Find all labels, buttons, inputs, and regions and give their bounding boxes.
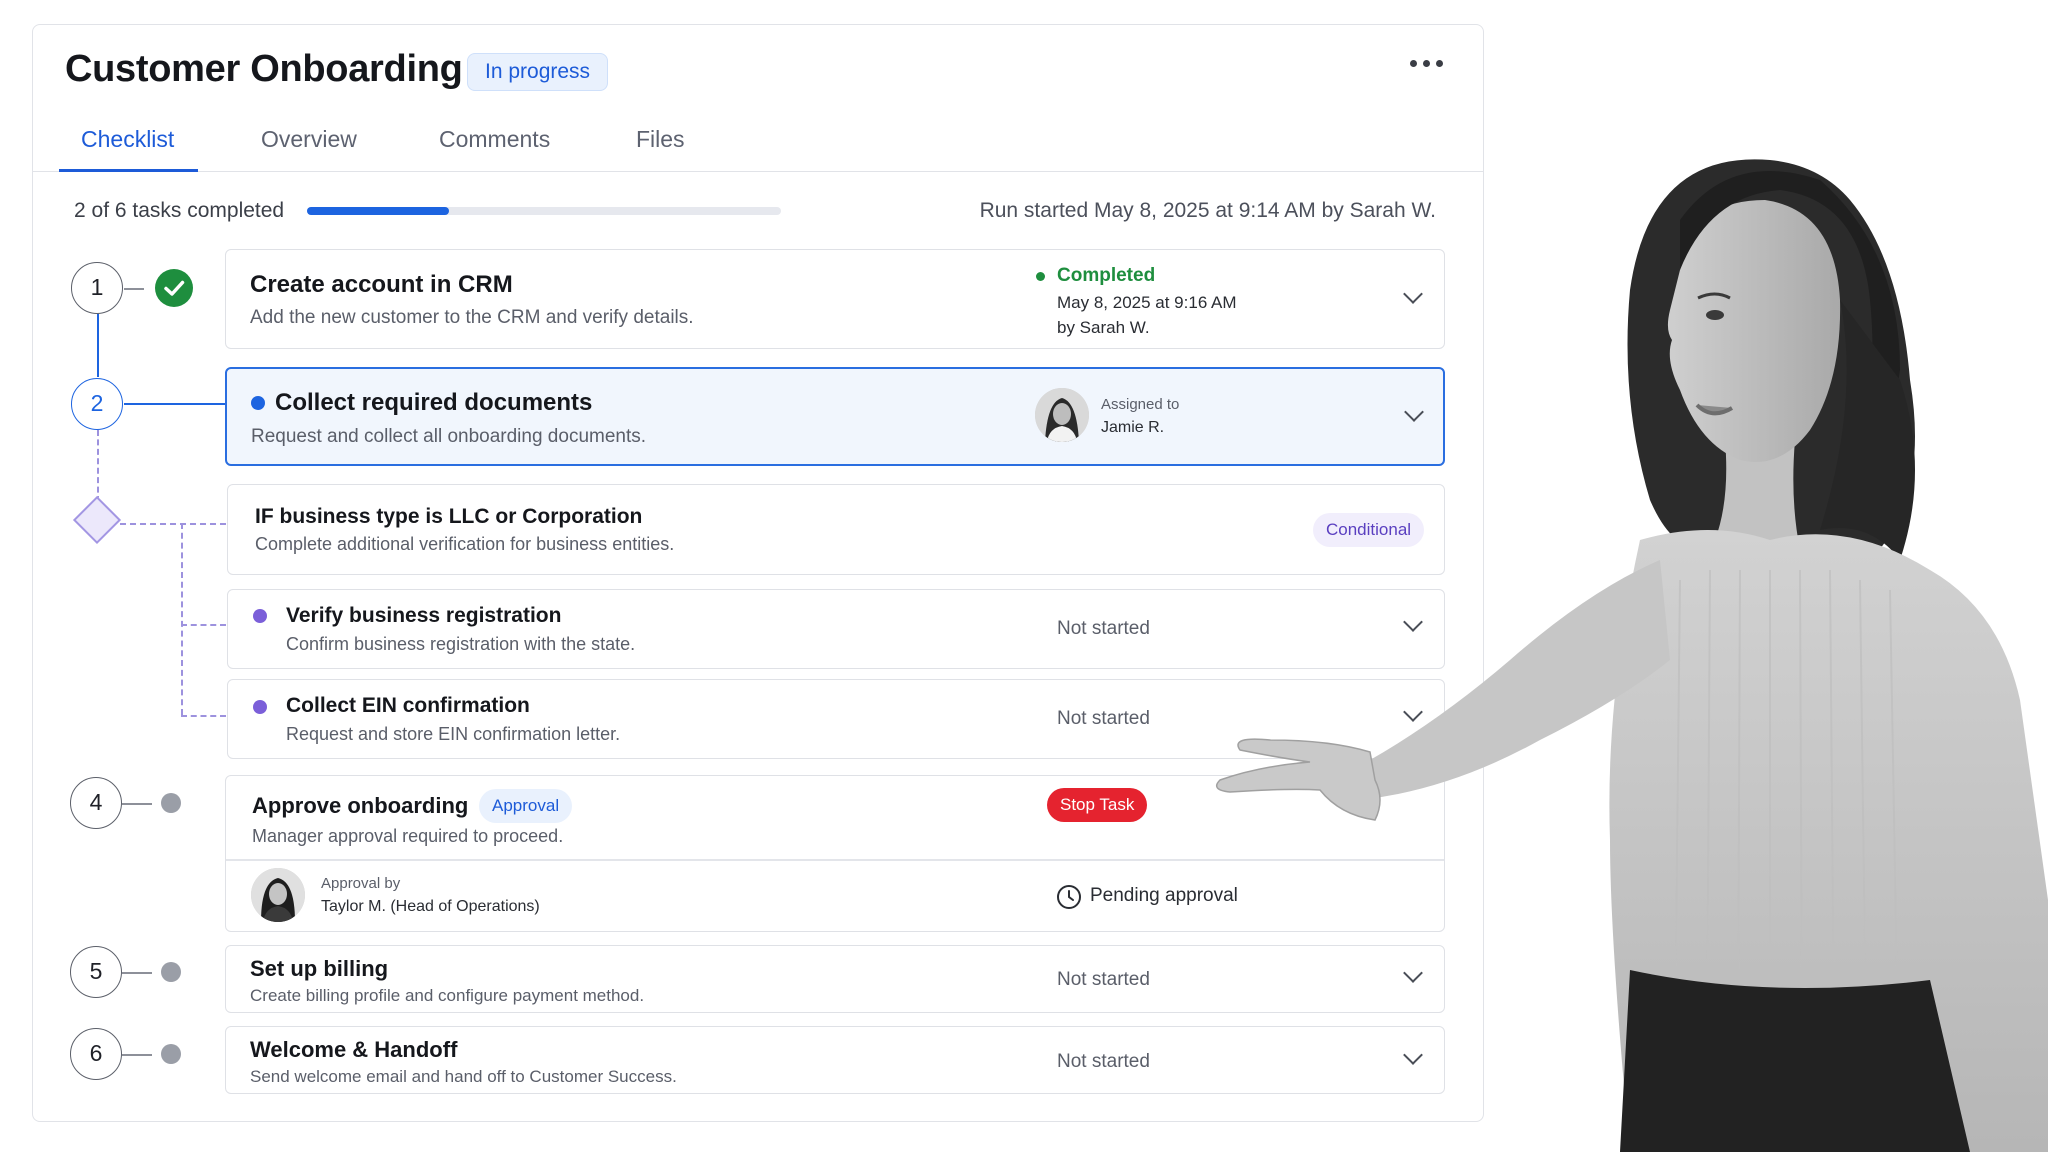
task-description: Confirm business registration with the s… — [286, 634, 636, 654]
timeline-connector — [124, 403, 226, 405]
status-dot — [251, 396, 265, 410]
task-description: Send welcome email and hand off to Custo… — [250, 1067, 677, 1086]
clock-icon — [1056, 884, 1082, 915]
check-icon — [155, 269, 193, 307]
stop-task-button[interactable]: Stop Task — [1047, 788, 1148, 822]
task-description: Request and collect all onboarding docum… — [251, 426, 647, 447]
progress-label: 2 of 6 tasks completed — [74, 199, 285, 222]
tab-checklist[interactable]: Checklist — [81, 126, 174, 153]
tab-files[interactable]: Files — [636, 126, 685, 153]
assigned-label: Assigned to — [1101, 396, 1180, 413]
step-number: 5 — [70, 946, 122, 998]
step-connector — [122, 803, 152, 805]
status-dot — [1036, 272, 1045, 281]
presenter-photo — [1210, 140, 2048, 1152]
task-status: Not started — [1057, 969, 1150, 990]
condition-title: IF business type is LLC or Corporation — [255, 505, 643, 528]
task-status: Not started — [1057, 1051, 1150, 1072]
page-title: Customer Onboarding — [65, 48, 463, 90]
step-number: 6 — [70, 1028, 122, 1080]
branch-connector — [181, 715, 226, 717]
task-description: Create billing profile and configure pay… — [250, 986, 645, 1005]
active-tab-indicator — [59, 169, 198, 172]
progress-bar — [307, 207, 781, 215]
screen: Customer Onboarding In progress Checklis… — [0, 0, 2048, 1152]
step-number: 4 — [70, 777, 122, 829]
step-number: 2 — [71, 378, 123, 430]
completed-by: by Sarah W. — [1057, 318, 1150, 337]
task-title: Set up billing — [250, 956, 389, 981]
avatar — [251, 868, 305, 922]
task-title: Create account in CRM — [250, 271, 513, 298]
tab-comments[interactable]: Comments — [439, 126, 550, 153]
timeline-connector — [97, 314, 99, 377]
status-dot — [253, 700, 267, 714]
step-connector — [124, 288, 144, 290]
pending-dot — [161, 793, 181, 813]
task-status: Completed — [1057, 265, 1156, 286]
status-badge: In progress — [467, 53, 609, 91]
timeline-connector-dashed — [97, 430, 99, 502]
branch-connector — [181, 624, 226, 626]
approval-badge: Approval — [479, 789, 573, 823]
branch-connector — [181, 523, 183, 715]
task-description: Manager approval required to proceed. — [252, 826, 564, 846]
task-title: Welcome & Handoff — [250, 1037, 458, 1062]
task-description: Request and store EIN confirmation lette… — [286, 724, 621, 744]
task-title: Collect EIN confirmation — [286, 694, 530, 717]
task-description: Add the new customer to the CRM and veri… — [250, 307, 694, 328]
progress-bar-fill — [307, 207, 450, 215]
task-status: Not started — [1057, 708, 1150, 729]
step-connector — [122, 1054, 152, 1056]
task-title: Verify business registration — [286, 604, 562, 627]
tab-overview[interactable]: Overview — [261, 126, 357, 153]
branch-connector — [120, 523, 226, 525]
approver-name: Taylor M. (Head of Operations) — [321, 898, 540, 915]
avatar — [1035, 388, 1089, 442]
task-title: Approve onboarding — [252, 793, 469, 818]
task-title: Collect required documents — [275, 389, 593, 416]
more-options-icon[interactable] — [1410, 60, 1443, 67]
condition-description: Complete additional verification for bus… — [255, 534, 675, 554]
task-status: Not started — [1057, 618, 1150, 639]
step-number: 1 — [71, 262, 123, 314]
approval-label: Approval by — [321, 875, 401, 892]
pending-dot — [161, 962, 181, 982]
pending-dot — [161, 1044, 181, 1064]
status-dot — [253, 609, 267, 623]
step-connector — [122, 972, 152, 974]
assignee-name: Jamie R. — [1101, 419, 1165, 436]
